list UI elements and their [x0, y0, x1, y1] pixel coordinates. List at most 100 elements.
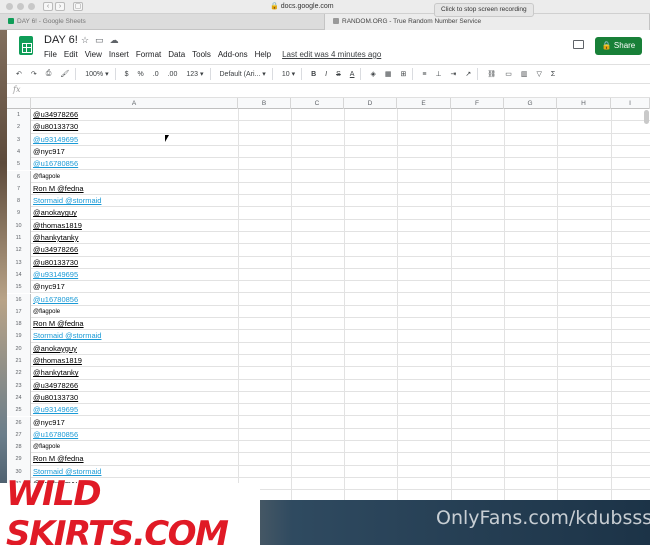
- cell-a[interactable]: @thomas1819: [32, 355, 237, 367]
- row-header[interactable]: 26: [7, 416, 31, 429]
- cell-a[interactable]: @anokayguy: [32, 207, 237, 219]
- row-header[interactable]: 10: [7, 219, 31, 232]
- cloud-status-icon[interactable]: ☁: [110, 35, 119, 46]
- row-header[interactable]: 16: [7, 293, 31, 306]
- row-header[interactable]: 19: [7, 330, 31, 343]
- row-header[interactable]: 28: [7, 441, 31, 454]
- row-header[interactable]: 15: [7, 281, 31, 294]
- print-icon[interactable]: ⎙: [46, 70, 52, 78]
- cell-a[interactable]: @hankytanky: [32, 367, 237, 379]
- address-bar[interactable]: 🔒 docs.google.com: [270, 2, 334, 10]
- cell-a[interactable]: @u16780856: [32, 158, 237, 170]
- sidebar-button[interactable]: ▢: [73, 2, 83, 11]
- row-header[interactable]: 1: [7, 109, 31, 122]
- cell-a[interactable]: Stormaid @stormaid: [32, 330, 237, 342]
- cell-a[interactable]: @flagpole: [32, 171, 237, 183]
- redo-icon[interactable]: ↷: [31, 70, 37, 78]
- sheets-logo-icon[interactable]: [19, 36, 33, 55]
- insert-link-icon[interactable]: ⛓: [487, 70, 496, 78]
- text-color-button[interactable]: A: [350, 71, 355, 78]
- select-all-corner[interactable]: [7, 98, 31, 109]
- bold-button[interactable]: B: [311, 71, 316, 78]
- cell-a[interactable]: Ron M @fedna: [32, 318, 237, 330]
- stop-recording-button[interactable]: Click to stop screen recording: [434, 3, 534, 17]
- column-header-g[interactable]: G: [504, 98, 557, 109]
- cell-a[interactable]: @u34978266: [32, 109, 237, 121]
- row-header[interactable]: 17: [7, 305, 31, 319]
- menu-data[interactable]: Data: [168, 50, 185, 59]
- increase-decimal-button[interactable]: .00: [168, 71, 178, 78]
- font-select[interactable]: Default (Ari... ▾: [220, 70, 266, 78]
- spreadsheet-grid[interactable]: A B C D E F G H I 1 @u34978266 2 @u80133730…: [7, 98, 650, 500]
- cell-a[interactable]: @u34978266: [32, 244, 237, 256]
- cell-a[interactable]: @u93149695: [32, 404, 237, 416]
- paint-format-icon[interactable]: 🖌: [60, 70, 69, 78]
- functions-icon[interactable]: Σ: [551, 71, 555, 78]
- column-header-a[interactable]: A: [31, 98, 238, 109]
- cell-a[interactable]: @nyc917: [32, 281, 237, 293]
- menu-help[interactable]: Help: [255, 50, 271, 59]
- menu-tools[interactable]: Tools: [192, 50, 211, 59]
- italic-button[interactable]: I: [325, 71, 327, 78]
- row-header[interactable]: 27: [7, 428, 31, 442]
- column-header-b[interactable]: B: [238, 98, 291, 109]
- column-header-d[interactable]: D: [344, 98, 397, 109]
- filter-icon[interactable]: ▽: [536, 70, 541, 78]
- menu-file[interactable]: File: [44, 50, 57, 59]
- row-header[interactable]: 18: [7, 318, 31, 331]
- insert-comment-icon[interactable]: ▭: [505, 70, 512, 78]
- last-edit-link[interactable]: Last edit was 4 minutes ago: [282, 50, 381, 59]
- column-header-h[interactable]: H: [557, 98, 611, 109]
- row-header[interactable]: 24: [7, 391, 31, 405]
- row-header[interactable]: 12: [7, 244, 31, 257]
- row-header[interactable]: 9: [7, 207, 31, 220]
- row-header[interactable]: 6: [7, 170, 31, 183]
- row-header[interactable]: 22: [7, 367, 31, 380]
- fill-color-icon[interactable]: ◈: [370, 70, 375, 78]
- cell-a[interactable]: @u16780856: [32, 429, 237, 441]
- currency-button[interactable]: $: [125, 71, 129, 78]
- row-header[interactable]: 3: [7, 133, 31, 146]
- vertical-scrollbar[interactable]: [644, 110, 649, 124]
- text-rotation-icon[interactable]: ↗: [465, 70, 471, 78]
- row-header[interactable]: 7: [7, 182, 31, 196]
- cell-a[interactable]: @u16780856: [32, 294, 237, 306]
- text-wrap-icon[interactable]: ⇥: [451, 70, 457, 78]
- row-header[interactable]: 25: [7, 404, 31, 417]
- row-header[interactable]: 11: [7, 232, 31, 245]
- cell-a[interactable]: @flagpole: [32, 441, 237, 453]
- horizontal-align-icon[interactable]: ≡: [422, 71, 426, 78]
- zoom-select[interactable]: 100% ▾: [85, 70, 108, 78]
- row-header[interactable]: 5: [7, 158, 31, 171]
- row-header[interactable]: 13: [7, 256, 31, 269]
- menu-view[interactable]: View: [85, 50, 102, 59]
- cell-a[interactable]: @nyc917: [32, 417, 237, 429]
- strikethrough-button[interactable]: S: [336, 71, 341, 78]
- formula-bar[interactable]: fx: [7, 84, 650, 98]
- decrease-decimal-button[interactable]: .0: [153, 71, 159, 78]
- cell-a[interactable]: @u80133730: [32, 121, 237, 133]
- menu-insert[interactable]: Insert: [109, 50, 129, 59]
- column-header-e[interactable]: E: [397, 98, 451, 109]
- forward-button[interactable]: ›: [55, 2, 65, 11]
- borders-icon[interactable]: ▦: [385, 70, 392, 78]
- cell-a[interactable]: @anokayguy: [32, 343, 237, 355]
- comment-history-icon[interactable]: [573, 40, 584, 49]
- row-header[interactable]: 4: [7, 145, 31, 159]
- column-header-f[interactable]: F: [451, 98, 504, 109]
- cell-a[interactable]: @flagpole: [32, 306, 237, 318]
- back-button[interactable]: ‹: [43, 2, 53, 11]
- font-size-select[interactable]: 10 ▾: [282, 70, 295, 78]
- merge-cells-icon[interactable]: ⊞: [400, 70, 406, 78]
- menu-addons[interactable]: Add-ons: [218, 50, 248, 59]
- more-formats-button[interactable]: 123 ▾: [186, 70, 203, 78]
- column-header-c[interactable]: C: [291, 98, 344, 109]
- cell-a[interactable]: @nyc917: [32, 146, 237, 158]
- window-controls[interactable]: [6, 3, 35, 10]
- cell-a[interactable]: @u80133730: [32, 257, 237, 269]
- tab-sheets[interactable]: DAY 6! - Google Sheets: [0, 14, 325, 30]
- cell-a[interactable]: @thomas1819: [32, 220, 237, 232]
- row-header[interactable]: 2: [7, 121, 31, 134]
- cell-a[interactable]: @hankytanky: [32, 232, 237, 244]
- share-button[interactable]: 🔒 Share: [595, 37, 642, 55]
